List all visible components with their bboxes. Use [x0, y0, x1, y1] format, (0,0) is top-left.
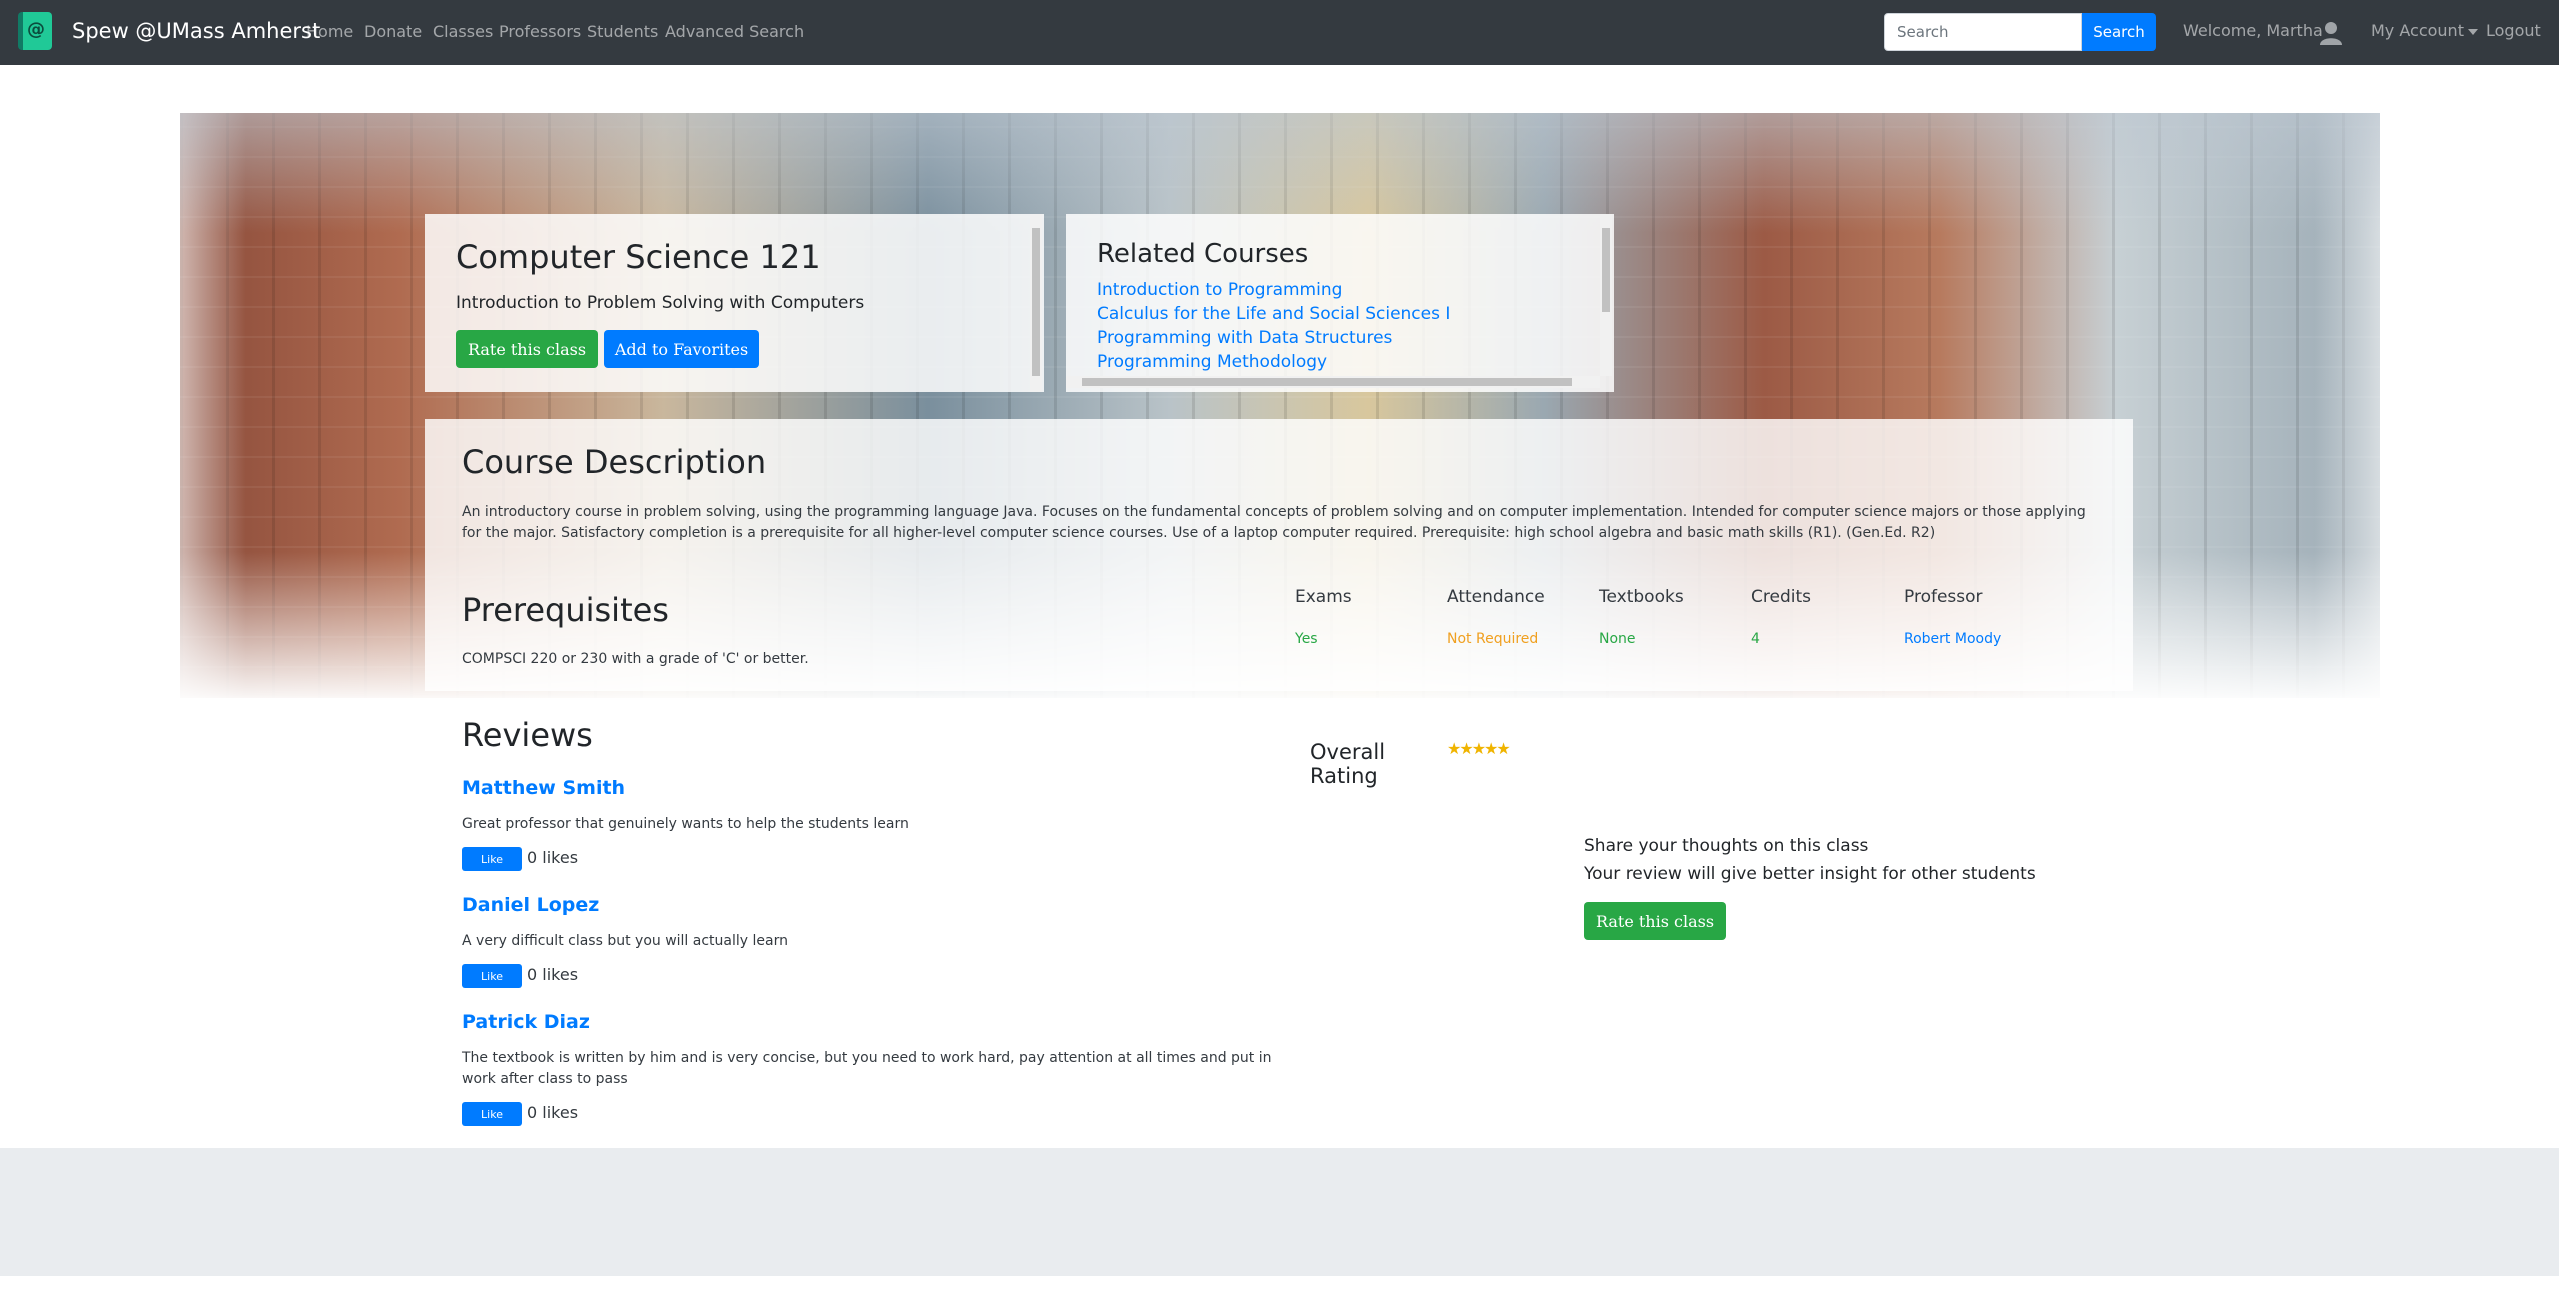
like-button[interactable]: Like — [462, 1102, 522, 1126]
related-course-link[interactable]: Introduction to Programming — [1097, 280, 1342, 300]
address-book-icon[interactable]: @ — [18, 12, 52, 50]
nav-professors[interactable]: Professors — [499, 22, 581, 41]
stat-professor-label: Professor — [1904, 587, 1983, 607]
likes-count: 0 likes — [527, 1103, 579, 1122]
logout-link[interactable]: Logout — [2486, 21, 2541, 40]
like-button[interactable]: Like — [462, 964, 522, 988]
related-horizontal-scrollbar[interactable] — [1066, 376, 1600, 388]
stat-attendance-value: Not Required — [1447, 631, 1539, 647]
course-title: Computer Science 121 — [456, 238, 821, 276]
likes-count: 0 likes — [527, 965, 579, 984]
reviewer-name[interactable]: Matthew Smith — [462, 777, 625, 799]
reviews-title: Reviews — [462, 716, 593, 754]
scrollbar-thumb[interactable] — [1032, 228, 1040, 376]
add-favorites-button[interactable]: Add to Favorites — [604, 330, 759, 368]
nav-home[interactable]: Home — [306, 22, 353, 41]
overall-rating-label: Overall Rating — [1310, 740, 1386, 788]
reviewer-name[interactable]: Daniel Lopez — [462, 894, 599, 916]
stat-attendance-label: Attendance — [1447, 587, 1545, 607]
share-subtext: Your review will give better insight for… — [1584, 864, 2036, 884]
course-description-title: Course Description — [462, 443, 767, 481]
brand-title[interactable]: Spew @UMass Amherst — [72, 19, 320, 43]
related-courses-title: Related Courses — [1097, 239, 1309, 269]
search-button[interactable]: Search — [2082, 13, 2156, 51]
stat-exams-value: Yes — [1295, 631, 1318, 647]
review-text: The textbook is written by him and is ve… — [462, 1050, 1272, 1087]
course-description-text: An introductory course in problem solvin… — [462, 504, 2086, 541]
star-rating-icon: ★★★★★ — [1447, 739, 1511, 758]
related-course-link[interactable]: Programming with Data Structures — [1097, 328, 1392, 348]
stat-textbooks-label: Textbooks — [1599, 587, 1684, 607]
related-course-link[interactable]: Calculus for the Life and Social Science… — [1097, 304, 1450, 324]
stat-credits-value: 4 — [1751, 631, 1760, 647]
scrollbar-thumb[interactable] — [1082, 378, 1572, 386]
stat-credits-label: Credits — [1751, 587, 1811, 607]
related-course-link[interactable]: Programming Methodology — [1097, 352, 1327, 372]
share-prompt: Share your thoughts on this class — [1584, 836, 1869, 856]
rate-class-button[interactable]: Rate this class — [456, 330, 598, 368]
search-input[interactable] — [1884, 13, 2082, 51]
caret-down-icon — [2467, 28, 2478, 35]
nav-students[interactable]: Students — [587, 22, 658, 41]
footer — [0, 1148, 2559, 1276]
professor-link[interactable]: Robert Moody — [1904, 631, 2001, 647]
user-avatar-icon[interactable] — [2318, 19, 2344, 45]
rate-class-button-secondary[interactable]: Rate this class — [1584, 902, 1726, 940]
prerequisites-text: COMPSCI 220 or 230 with a grade of 'C' o… — [462, 651, 809, 667]
my-account-dropdown[interactable]: My Account — [2371, 21, 2478, 40]
scrollbar-thumb[interactable] — [1602, 228, 1610, 312]
reviewer-name[interactable]: Patrick Diaz — [462, 1011, 590, 1033]
nav-classes[interactable]: Classes — [433, 22, 493, 41]
like-button[interactable]: Like — [462, 847, 522, 871]
nav-donate[interactable]: Donate — [364, 22, 422, 41]
title-panel-scrollbar[interactable] — [1030, 214, 1042, 392]
review-text: Great professor that genuinely wants to … — [462, 816, 909, 832]
navbar: @ Spew @UMass Amherst Home Donate Classe… — [0, 0, 2559, 65]
welcome-text: Welcome, Martha — [2183, 21, 2323, 40]
related-vertical-scrollbar[interactable] — [1600, 214, 1612, 376]
my-account-label: My Account — [2371, 21, 2464, 40]
likes-count: 0 likes — [527, 848, 579, 867]
stat-textbooks-value: None — [1599, 631, 1636, 647]
prerequisites-title: Prerequisites — [462, 591, 669, 629]
nav-advanced-search[interactable]: Advanced Search — [665, 22, 804, 41]
stat-exams-label: Exams — [1295, 587, 1352, 607]
review-text: A very difficult class but you will actu… — [462, 933, 788, 949]
course-subtitle: Introduction to Problem Solving with Com… — [456, 293, 865, 313]
